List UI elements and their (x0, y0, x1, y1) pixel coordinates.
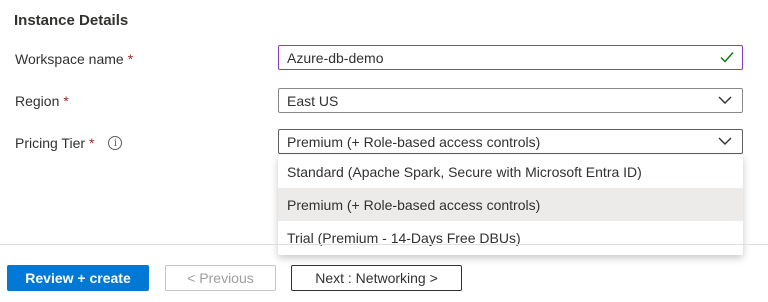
required-marker: * (89, 135, 95, 151)
section-title: Instance Details (14, 12, 129, 29)
previous-button[interactable]: < Previous (165, 265, 276, 291)
region-label: Region * (15, 93, 69, 109)
pricing-tier-dropdown: Standard (Apache Spark, Secure with Micr… (278, 155, 743, 255)
dropdown-option-premium[interactable]: Premium (+ Role-based access controls) (278, 188, 743, 221)
checkmark-icon (720, 52, 734, 63)
next-networking-button[interactable]: Next : Networking > (291, 265, 462, 291)
pricing-tier-label-text: Pricing Tier (15, 135, 86, 151)
review-create-button[interactable]: Review + create (7, 265, 149, 291)
region-select[interactable]: East US (278, 88, 743, 113)
required-marker: * (63, 93, 69, 109)
info-icon[interactable]: i (108, 136, 123, 150)
chevron-down-icon (718, 137, 732, 145)
workspace-name-label: Workspace name * (15, 51, 133, 67)
required-marker: * (127, 51, 134, 67)
chevron-down-icon (718, 96, 732, 104)
pricing-tier-value: Premium (+ Role-based access controls) (287, 133, 541, 150)
region-label-text: Region (15, 93, 60, 109)
workspace-name-input[interactable]: Azure-db-demo (278, 45, 743, 70)
pricing-tier-label: Pricing Tier * i (15, 135, 123, 151)
region-value: East US (287, 92, 339, 109)
dropdown-option-standard[interactable]: Standard (Apache Spark, Secure with Micr… (278, 155, 743, 188)
dropdown-option-trial[interactable]: Trial (Premium - 14-Days Free DBUs) (278, 221, 743, 254)
pricing-tier-select[interactable]: Premium (+ Role-based access controls) (278, 129, 743, 154)
footer-divider (0, 244, 768, 245)
workspace-name-label-text: Workspace name (15, 51, 124, 67)
workspace-name-value: Azure-db-demo (287, 49, 384, 66)
